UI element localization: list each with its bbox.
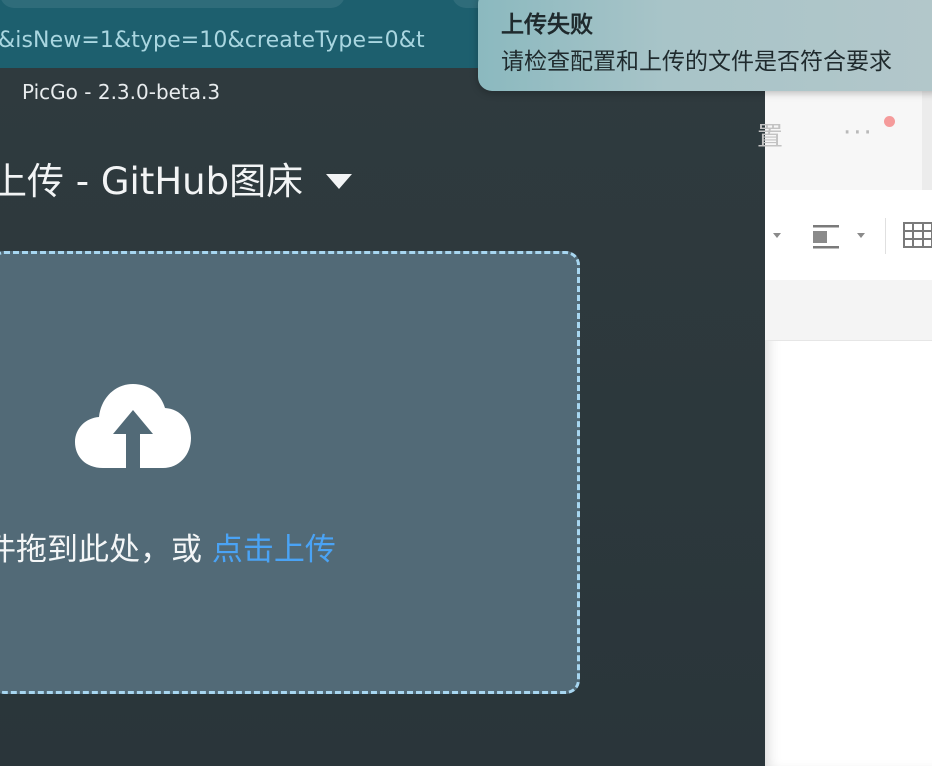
url-text[interactable]: &isNew=1&type=10&createType=0&t [0, 28, 425, 53]
notification-title: 上传失败 [501, 12, 593, 38]
caret-down-icon[interactable] [773, 233, 781, 238]
editor-tab-label[interactable]: 置 [757, 116, 783, 153]
browser-tab[interactable] [0, 0, 345, 8]
dropzone-text: 件拖到此处，或 [0, 532, 202, 568]
upload-failed-notification[interactable]: 上传失败 请检查配置和上传的文件是否符合要求 [478, 0, 932, 91]
picgo-window: PicGo - 2.3.0-beta.3 上传 - GitHub图床 件拖到此处… [0, 68, 765, 766]
caret-down-icon[interactable] [326, 174, 352, 189]
dropzone-hint: 件拖到此处，或 点击上传 [0, 524, 336, 569]
upload-page-title[interactable]: 上传 - GitHub图床 [0, 160, 303, 204]
cloud-upload-icon [75, 384, 191, 468]
editor-panel: 置 ··· [757, 90, 932, 766]
more-icon[interactable]: ··· [843, 118, 874, 148]
align-left-icon[interactable] [813, 223, 843, 249]
notification-dot [884, 116, 895, 127]
editor-subbar [765, 280, 932, 341]
caret-down-icon[interactable] [857, 233, 865, 238]
browser-tab[interactable] [452, 0, 480, 8]
editor-tabbar: 置 ··· [757, 90, 932, 190]
window-title: PicGo - 2.3.0-beta.3 [22, 80, 221, 104]
browser-address-bar[interactable]: &isNew=1&type=10&createType=0&t [0, 0, 480, 68]
tabbar-divider [922, 90, 932, 190]
upload-title-text: 上传 - GitHub图床 [0, 160, 304, 203]
table-icon[interactable] [903, 220, 932, 250]
click-upload-link[interactable]: 点击上传 [212, 532, 336, 568]
notification-body: 请检查配置和上传的文件是否符合要求 [501, 49, 892, 75]
upload-dropzone[interactable]: 件拖到此处，或 点击上传 [0, 251, 580, 694]
toolbar-separator [885, 218, 886, 254]
